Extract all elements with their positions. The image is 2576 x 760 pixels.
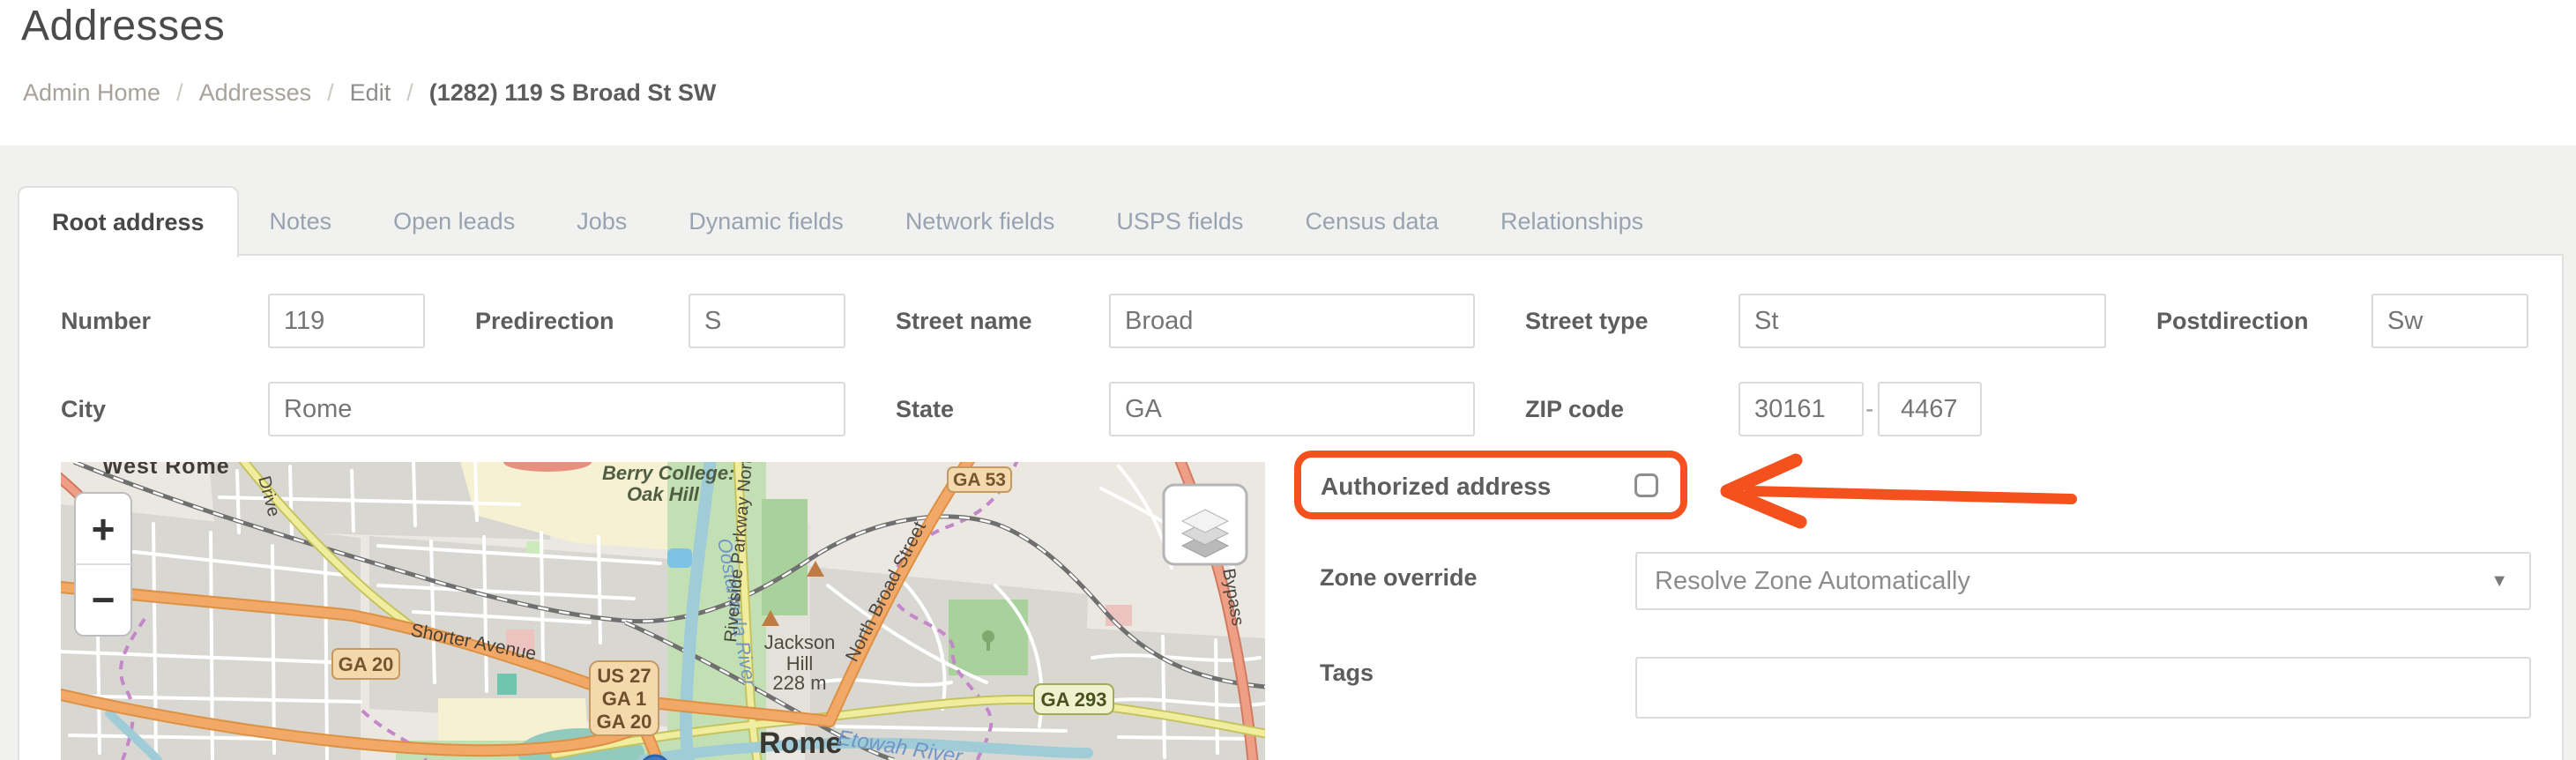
tab-usps-fields[interactable]: USPS fields [1085, 188, 1274, 256]
number-input[interactable] [268, 294, 425, 348]
breadcrumb-separator: / [406, 79, 413, 107]
street-name-input[interactable] [1109, 294, 1475, 348]
street-name-label: Street name [896, 308, 1032, 335]
map[interactable]: GA 53 GA 20 US 27 GA 1 GA 20 GA 293 West… [61, 462, 1265, 760]
breadcrumb-admin-home[interactable]: Admin Home [23, 79, 160, 107]
zip-plus4-input[interactable] [1878, 382, 1982, 436]
page-title: Addresses [21, 2, 225, 50]
street-type-label: Street type [1525, 308, 1649, 335]
city-label: City [61, 396, 106, 423]
state-input[interactable] [1109, 382, 1475, 436]
zoom-in-button[interactable]: + [92, 506, 115, 552]
breadcrumb-edit[interactable]: Edit [350, 79, 391, 107]
svg-text:Berry College:: Berry College: [602, 462, 734, 484]
street-type-input[interactable] [1738, 294, 2106, 348]
zoom-out-button[interactable]: − [92, 577, 115, 622]
svg-text:Jackson: Jackson [764, 631, 836, 653]
tab-dynamic-fields[interactable]: Dynamic fields [658, 188, 875, 256]
tab-census-data[interactable]: Census data [1274, 188, 1470, 256]
tab-relationships[interactable]: Relationships [1470, 188, 1674, 256]
tags-input[interactable] [1635, 657, 2531, 719]
tags-label: Tags [1320, 659, 1374, 687]
map-pond [667, 548, 692, 568]
breadcrumb: Admin Home / Addresses / Edit / (1282) 1… [23, 79, 716, 107]
zone-override-select[interactable]: Resolve Zone Automatically ▼ [1635, 552, 2531, 610]
breadcrumb-separator: / [327, 79, 334, 107]
svg-text:US 27: US 27 [597, 665, 651, 687]
city-input[interactable] [268, 382, 845, 436]
svg-text:GA 53: GA 53 [953, 470, 1006, 490]
svg-text:Oak Hill: Oak Hill [627, 483, 700, 505]
map-zoom-control: + − [75, 493, 131, 636]
svg-text:GA 1: GA 1 [602, 688, 647, 710]
postdirection-label: Postdirection [2156, 308, 2309, 335]
zone-override-value: Resolve Zone Automatically [1655, 567, 2490, 596]
predirection-input[interactable] [689, 294, 845, 348]
authorized-address-label: Authorized address [1321, 473, 1551, 501]
breadcrumb-addresses[interactable]: Addresses [199, 79, 312, 107]
tab-root-address[interactable]: Root address [18, 186, 239, 257]
root-address-panel: Number Predirection Street name Street t… [18, 254, 2564, 760]
state-label: State [896, 396, 954, 423]
zip-separator: - [1865, 395, 1873, 423]
annotation-arrow [1697, 448, 2094, 536]
svg-text:Rome: Rome [759, 726, 842, 760]
number-label: Number [61, 308, 151, 335]
breadcrumb-current-address: (1282) 119 S Broad St SW [429, 79, 717, 107]
svg-text:GA 20: GA 20 [597, 711, 652, 733]
svg-text:West Rome: West Rome [102, 462, 230, 479]
zip-code-label: ZIP code [1525, 396, 1624, 423]
tab-jobs[interactable]: Jobs [546, 188, 658, 256]
layers-control[interactable] [1164, 485, 1247, 564]
zone-override-label: Zone override [1320, 564, 1478, 592]
zip-input[interactable] [1738, 382, 1864, 436]
postdirection-input[interactable] [2371, 294, 2528, 348]
svg-text:GA 293: GA 293 [1040, 689, 1106, 711]
svg-text:228 m: 228 m [772, 672, 826, 694]
tab-open-leads[interactable]: Open leads [362, 188, 546, 256]
predirection-label: Predirection [475, 308, 614, 335]
tab-notes[interactable]: Notes [239, 188, 363, 256]
chevron-down-icon: ▼ [2490, 571, 2508, 592]
svg-text:GA 20: GA 20 [339, 653, 394, 675]
tab-network-fields[interactable]: Network fields [875, 188, 1086, 256]
breadcrumb-separator: / [176, 79, 183, 107]
authorized-address-checkbox[interactable] [1634, 473, 1658, 497]
tab-bar: Root address Notes Open leads Jobs Dynam… [18, 186, 1674, 256]
